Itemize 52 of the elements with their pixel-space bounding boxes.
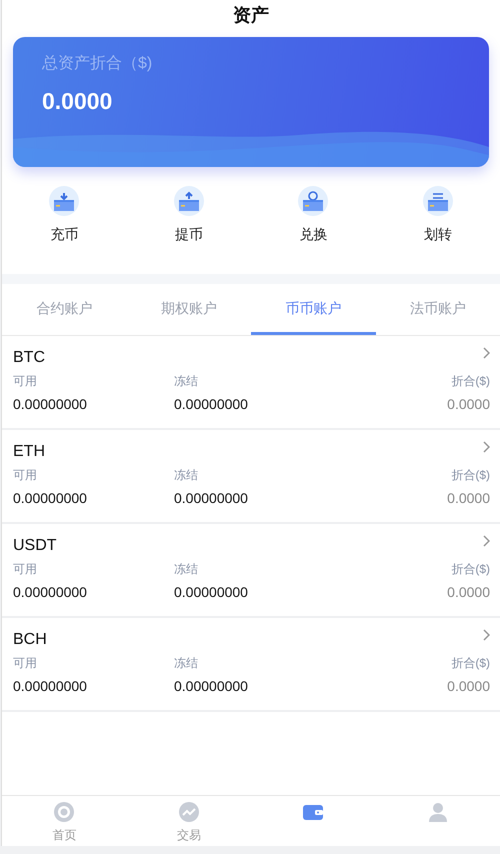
user-icon (428, 803, 447, 822)
page-title: 资产 (232, 4, 270, 27)
value-label: 折合($) (450, 466, 490, 484)
wallet-icon (303, 805, 324, 820)
deposit-wallet-icon (49, 186, 80, 216)
available-amount: 0.00000000 (13, 490, 88, 506)
available-label: 可用 (13, 466, 38, 484)
available-amount: 0.00000000 (13, 584, 88, 600)
total-assets-label: 总资产折合（$) (42, 54, 154, 74)
asset-symbol: BTC (13, 349, 46, 367)
available-label: 可用 (13, 560, 38, 578)
target-icon (54, 802, 74, 822)
asset-symbol: USDT (13, 537, 58, 555)
value-label: 折合($) (450, 372, 490, 390)
value-label: 折合($) (450, 654, 490, 672)
available-amount: 0.00000000 (13, 678, 88, 694)
value-amount: 0.0000 (447, 678, 490, 694)
frozen-amount: 0.00000000 (174, 584, 249, 600)
exchange-wallet-icon (298, 186, 328, 216)
withdraw-button[interactable]: 提币 (154, 186, 224, 254)
value-label: 折合($) (450, 560, 490, 578)
frozen-label: 冻结 (174, 560, 199, 578)
transfer-wallet-icon (422, 186, 453, 216)
total-assets-value: 0.0000 (42, 88, 114, 115)
asset-symbol: BCH (13, 631, 48, 649)
value-amount: 0.0000 (447, 396, 490, 412)
withdraw-wallet-icon (174, 186, 204, 216)
chart-icon (178, 802, 199, 822)
deposit-button[interactable]: 充币 (29, 186, 100, 254)
chevron-right-icon (482, 441, 490, 453)
frozen-label: 冻结 (174, 372, 199, 390)
chevron-right-icon (482, 347, 490, 359)
asset-row[interactable]: ETH 可用 冻结 折合($) 0.00000000 0.00000000 0.0000 (2, 430, 500, 524)
available-amount: 0.00000000 (13, 396, 88, 412)
chevron-right-icon (482, 535, 490, 547)
frozen-amount: 0.00000000 (174, 490, 249, 506)
available-label: 可用 (13, 654, 38, 672)
frozen-amount: 0.00000000 (174, 678, 249, 694)
frozen-label: 冻结 (174, 654, 199, 672)
asset-row[interactable]: BTC 可用 冻结 折合($) 0.00000000 0.00000000 0.0000 (2, 336, 500, 430)
frozen-amount: 0.00000000 (174, 396, 249, 412)
asset-symbol: ETH (13, 443, 46, 461)
value-amount: 0.0000 (447, 490, 490, 506)
asset-row[interactable]: USDT 可用 冻结 折合($) 0.00000000 0.00000000 0.0000 (2, 524, 500, 618)
exchange-button[interactable]: 兑换 (278, 186, 348, 254)
available-label: 可用 (13, 372, 38, 390)
asset-row[interactable]: BCH 可用 冻结 折合($) 0.00000000 0.00000000 0.0000 (2, 618, 500, 712)
chevron-right-icon (482, 629, 490, 641)
account-tab[interactable]: 币币账户 (251, 284, 376, 335)
frozen-label: 冻结 (174, 466, 199, 484)
value-amount: 0.0000 (447, 584, 490, 600)
transfer-button[interactable]: 划转 (402, 186, 473, 254)
